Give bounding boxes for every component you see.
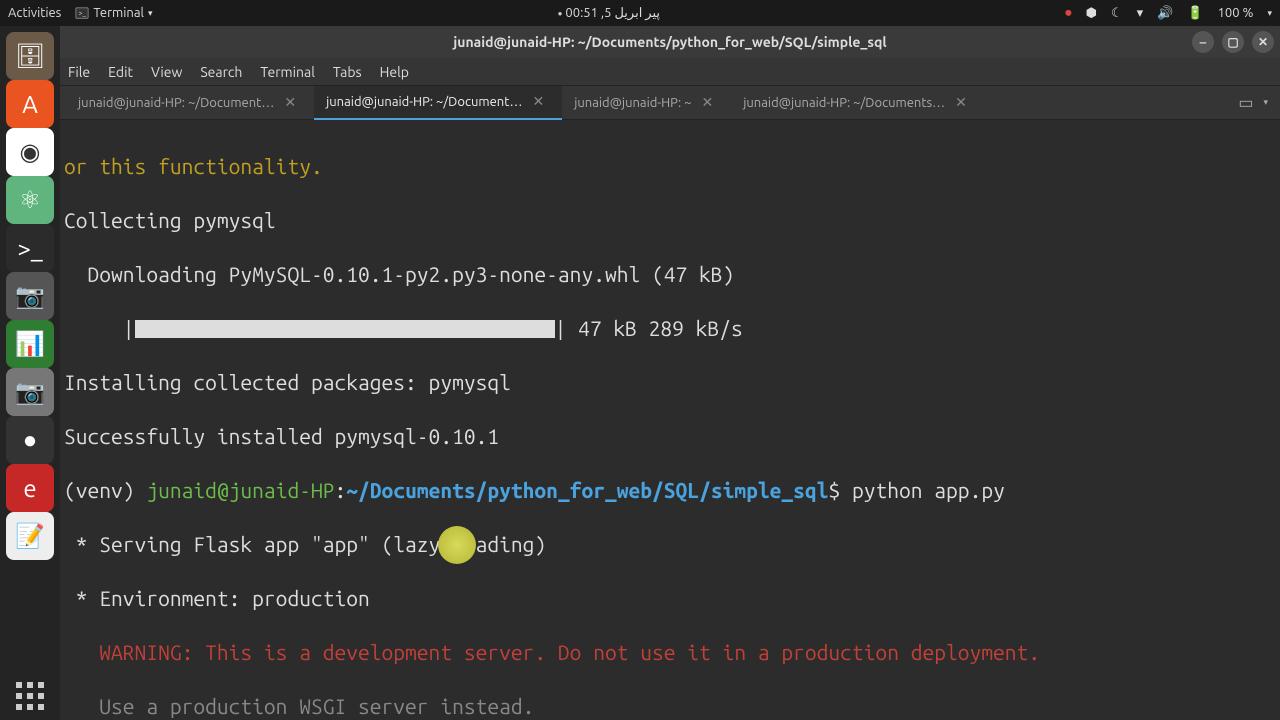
calc-icon[interactable]: 📊 xyxy=(6,320,54,368)
mouse-highlight-icon xyxy=(438,526,476,564)
warning-line: WARNING: This is a development server. D… xyxy=(64,639,1276,666)
system-menu-chevron-icon[interactable]: ▾ xyxy=(1267,8,1272,19)
dropbox-icon[interactable]: ⬢ xyxy=(1086,6,1097,21)
terminal-tab[interactable]: junaid@junaid-HP: ~/Document… ✕ xyxy=(314,86,562,120)
battery-percent: 100 % xyxy=(1218,6,1254,20)
text-editor-icon[interactable]: 📝 xyxy=(6,512,54,560)
battery-icon[interactable]: 🔋 xyxy=(1187,6,1203,21)
output-line: * Serving Flask app "app" (lazy loading) xyxy=(64,531,1276,558)
tab-label: junaid@junaid-HP: ~/Documents… xyxy=(743,96,945,110)
software-icon[interactable]: A xyxy=(6,80,54,128)
output-line: Use a production WSGI server instead. xyxy=(64,693,1276,720)
menu-tabs[interactable]: Tabs xyxy=(333,64,362,80)
menu-help[interactable]: Help xyxy=(380,64,409,80)
terminal-tab[interactable]: junaid@junaid-HP: ~/Documents… ✕ xyxy=(731,86,985,120)
night-icon[interactable]: ☾ xyxy=(1111,6,1123,21)
tab-label: junaid@junaid-HP: ~/Document… xyxy=(78,96,274,110)
output-line: * Environment: production xyxy=(64,585,1276,612)
tabbar: junaid@junaid-HP: ~/Document…✕junaid@jun… xyxy=(60,86,1280,120)
menu-search[interactable]: Search xyxy=(200,64,242,80)
tab-label: junaid@junaid-HP: ~/Document… xyxy=(326,95,522,109)
close-button[interactable]: ✕ xyxy=(1252,31,1274,53)
tab-close-icon[interactable]: ✕ xyxy=(284,94,296,111)
camera-icon[interactable]: 📷 xyxy=(6,368,54,416)
prompt-line: (venv) junaid@junaid-HP:~/Documents/pyth… xyxy=(64,477,1276,504)
screenshot-icon[interactable]: 📷 xyxy=(6,272,54,320)
titlebar[interactable]: junaid@junaid-HP: ~/Documents/python_for… xyxy=(60,26,1280,58)
minimize-button[interactable]: ‒ xyxy=(1192,31,1214,53)
tab-close-icon[interactable]: ✕ xyxy=(701,94,713,111)
app-menu-label: Terminal xyxy=(93,6,144,20)
terminal-body[interactable]: or this functionality. Collecting pymysq… xyxy=(60,120,1280,720)
app-menu[interactable]: >_ Terminal ▾ xyxy=(75,6,152,20)
top-panel: Activities >_ Terminal ▾ ● پیر ابریل 5, … xyxy=(0,0,1280,26)
menu-terminal[interactable]: Terminal xyxy=(260,64,315,80)
terminal-window: junaid@junaid-HP: ~/Documents/python_for… xyxy=(60,26,1280,720)
dock: 🗄A◉⚛>_📷📊📷●e📝 xyxy=(0,26,60,720)
output-line: Downloading PyMySQL-0.10.1-py2.py3-none-… xyxy=(64,261,1276,288)
progress-line: || 47 kB 289 kB/s xyxy=(64,315,1276,342)
output-line: Collecting pymysql xyxy=(64,207,1276,234)
atom-icon[interactable]: ⚛ xyxy=(6,176,54,224)
record-indicator-icon[interactable]: ⏺ xyxy=(1065,6,1072,21)
menu-edit[interactable]: Edit xyxy=(108,64,133,80)
terminal-tab[interactable]: junaid@junaid-HP: ~ ✕ xyxy=(562,86,731,120)
menu-file[interactable]: File xyxy=(68,64,90,80)
maximize-button[interactable]: ▢ xyxy=(1222,31,1244,53)
network-icon[interactable]: ▾ xyxy=(1137,6,1144,21)
recorder-icon[interactable]: ● xyxy=(6,416,54,464)
terminal-icon[interactable]: >_ xyxy=(6,224,54,272)
activities-button[interactable]: Activities xyxy=(8,6,61,20)
show-applications-button[interactable] xyxy=(6,672,54,720)
tab-menu-chevron-icon[interactable]: ▾ xyxy=(1263,97,1268,108)
output-line: Installing collected packages: pymysql xyxy=(64,369,1276,396)
tab-close-icon[interactable]: ✕ xyxy=(532,93,544,110)
output-line: Successfully installed pymysql-0.10.1 xyxy=(64,423,1276,450)
tab-close-icon[interactable]: ✕ xyxy=(955,94,967,111)
window-title: junaid@junaid-HP: ~/Documents/python_for… xyxy=(453,34,886,50)
output-line: or this functionality. xyxy=(64,153,1276,180)
files-icon[interactable]: 🗄 xyxy=(6,32,54,80)
tab-label: junaid@junaid-HP: ~ xyxy=(574,96,691,110)
terminal-tab[interactable]: junaid@junaid-HP: ~/Document… ✕ xyxy=(66,86,314,120)
volume-icon[interactable]: 🔊 xyxy=(1157,6,1173,21)
chrome-icon[interactable]: ◉ xyxy=(6,128,54,176)
terminal-small-icon: >_ xyxy=(75,6,89,20)
menu-view[interactable]: View xyxy=(151,64,182,80)
new-tab-button[interactable]: ▭ xyxy=(1238,93,1253,112)
progress-bar xyxy=(135,320,555,338)
panel-clock[interactable]: ● پیر ابریل 5, 00:51 xyxy=(152,6,1065,21)
menubar: File Edit View Search Terminal Tabs Help xyxy=(60,58,1280,86)
reader-icon[interactable]: e xyxy=(6,464,54,512)
svg-text:>_: >_ xyxy=(79,10,87,18)
